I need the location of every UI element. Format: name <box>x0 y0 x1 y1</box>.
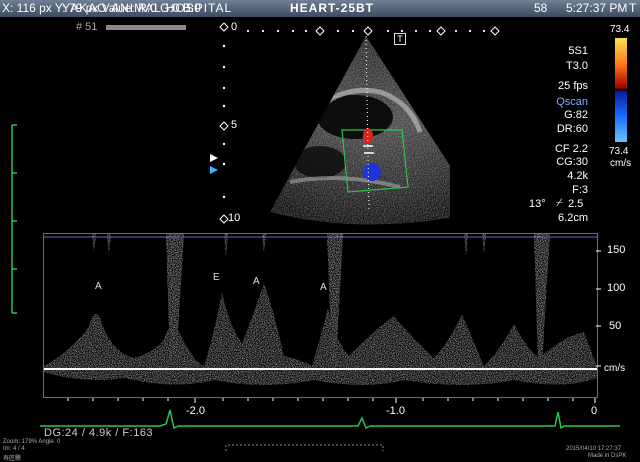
gain-label: G:82 <box>564 109 588 121</box>
doppler-parameters: DG:24 / 4.9k / F:163 <box>44 427 154 439</box>
peak-label-a1: A <box>95 281 102 292</box>
doppler-spectrum <box>44 234 597 397</box>
image-index: Im: 4 / 4 <box>3 446 25 452</box>
frame-number: # 51 <box>76 21 98 33</box>
depth-mark-5: 5 <box>231 119 238 131</box>
colorbar-max: 73.4 <box>610 24 630 35</box>
dynamic-range-label: DR:60 <box>556 123 588 135</box>
cf-gain-label: CG:30 <box>556 156 588 168</box>
made-in-label: Made in DsPK <box>588 453 627 459</box>
footer-note: 寿匠騰 <box>3 456 22 462</box>
zoom-info: Zoom: 179% Angle: 0 <box>3 439 61 445</box>
velocity-tick-50: 50 <box>609 320 622 332</box>
velocity-scale-ticks <box>596 250 601 367</box>
frame-count: 58 <box>534 1 548 15</box>
colorbar-min: 73.4 <box>609 146 629 157</box>
harmonic-label: T3.0 <box>565 60 588 72</box>
velocity-unit: cm/s <box>604 363 626 374</box>
hospital-name: YAKAO ANIMAL HOSPITAL <box>62 1 233 15</box>
velocity-tick-100: 100 <box>607 282 626 294</box>
velocity-tick-150: 150 <box>607 244 626 256</box>
filter-label: F:3 <box>572 184 588 196</box>
angle-correction-label: 2.5 <box>568 198 584 210</box>
top-dotted-scale <box>246 26 500 36</box>
focus-markers[interactable] <box>208 152 220 176</box>
colorbar-unit: cm/s <box>610 158 632 169</box>
probe-orientation-marker: T <box>394 33 406 45</box>
cine-progress-bar[interactable] <box>106 25 186 30</box>
qscan-label: Qscan <box>556 96 588 108</box>
cine-marker: T <box>629 1 637 15</box>
clock: 5:27:37 PM <box>566 1 628 15</box>
cf-freq-label: CF 2.2 <box>554 143 588 155</box>
angle-correct-icon: ⌿ <box>556 197 563 209</box>
bottom-scale-bracket <box>225 444 384 451</box>
depth-label: 6.2cm <box>558 212 588 224</box>
peak-label-a2: A <box>253 276 260 287</box>
fps-label: 25 fps <box>558 80 588 92</box>
depth-mark-10: 10 <box>228 212 241 224</box>
probe-label: 5S1 <box>568 45 588 57</box>
peak-label-e: E <box>213 272 220 283</box>
depth-mark-0: 0 <box>231 21 238 33</box>
angle-label: 13° <box>529 198 546 210</box>
peak-label-a3: A <box>320 282 327 293</box>
spectral-doppler-panel <box>43 233 598 398</box>
top-status-bar: X: 116 px Y: 79 px Value: R:0 G:0 B:0 YA… <box>0 0 640 17</box>
depth-scale <box>219 22 229 224</box>
left-ecg-scale <box>11 124 17 314</box>
prf-label: 4.2k <box>567 170 588 182</box>
capture-date: 2015/04/10 17:27:37 <box>566 446 622 452</box>
color-velocity-bar <box>615 38 627 142</box>
exam-id: HEART-25BT <box>290 1 375 15</box>
